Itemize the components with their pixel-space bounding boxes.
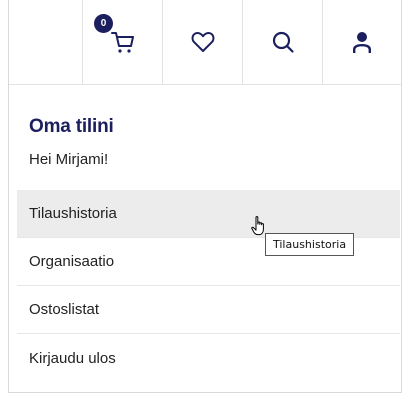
greeting-text: Hei Mirjami!: [29, 151, 109, 168]
header-spacer: [9, 0, 82, 84]
header-icon-bar: 0: [9, 0, 401, 85]
account-menu: Tilaushistoria Organisaatio Ostoslistat …: [17, 190, 400, 382]
tooltip: Tilaushistoria: [265, 233, 355, 256]
menu-item-label: Kirjaudu ulos: [29, 349, 116, 367]
cart-count-badge: 0: [94, 14, 113, 33]
account-button[interactable]: [322, 0, 401, 84]
menu-item-label: Organisaatio: [29, 253, 115, 270]
heart-icon: [191, 31, 215, 53]
user-icon: [351, 30, 373, 54]
account-dropdown-panel: 0 Oma tilini Hei Mirjami! Tilaushistoria…: [8, 0, 402, 393]
menu-item-log-out[interactable]: Kirjaudu ulos: [17, 334, 400, 382]
menu-item-order-history[interactable]: Tilaushistoria: [17, 190, 400, 238]
menu-item-label: Ostoslistat: [29, 301, 100, 318]
menu-item-shopping-lists[interactable]: Ostoslistat: [17, 286, 400, 334]
search-button[interactable]: [242, 0, 322, 84]
menu-item-label: Tilaushistoria: [29, 205, 117, 222]
account-title: Oma tilini: [29, 116, 114, 137]
cart-icon: [110, 29, 136, 55]
account-section: Oma tilini Hei Mirjami!: [29, 116, 114, 168]
cart-button[interactable]: 0: [82, 0, 162, 84]
wishlist-button[interactable]: [162, 0, 242, 84]
search-icon: [271, 30, 295, 54]
